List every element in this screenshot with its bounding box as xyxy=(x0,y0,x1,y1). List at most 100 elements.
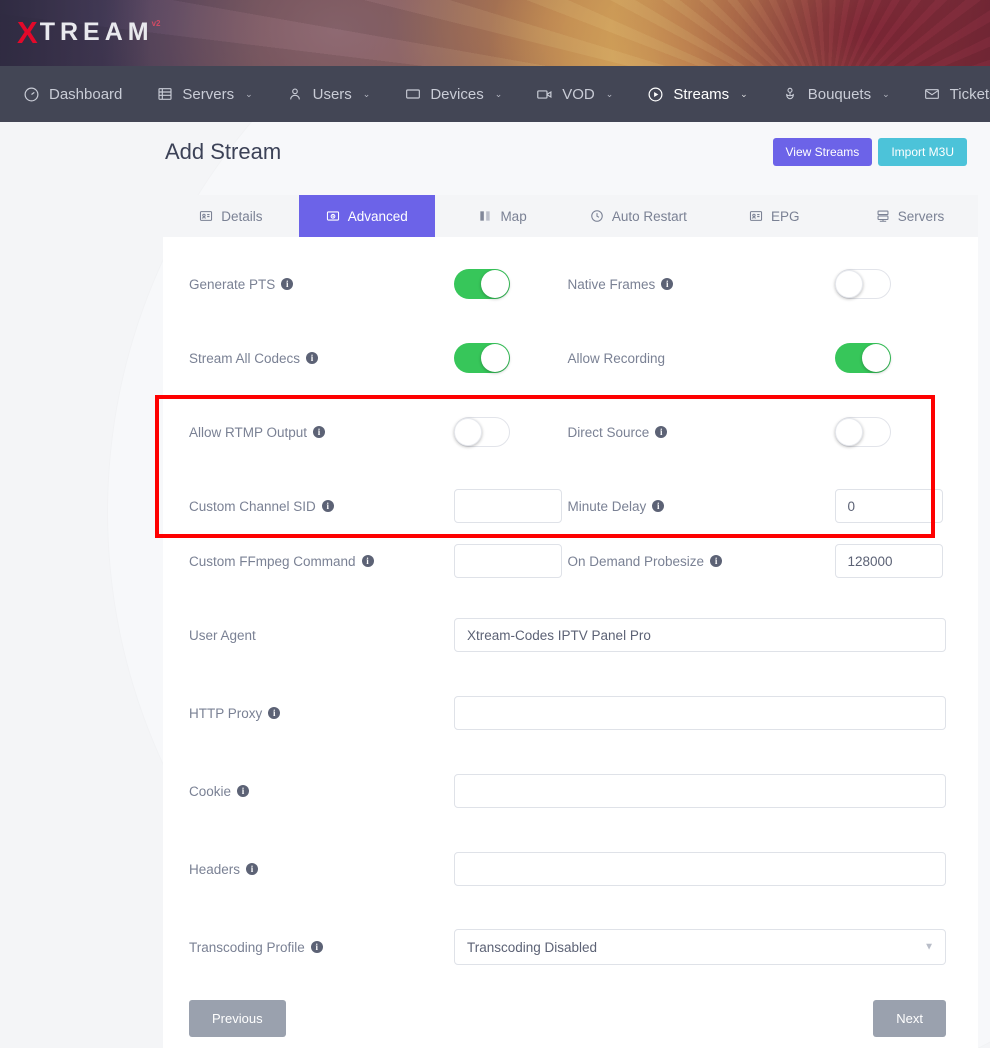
info-icon[interactable]: i xyxy=(710,555,722,567)
label-text: Generate PTS xyxy=(189,277,275,292)
label-text: Transcoding Profile xyxy=(189,940,305,955)
nav-label-bouquets: Bouquets xyxy=(808,86,871,103)
label-stream-all-codecs: Stream All Codecs i xyxy=(189,351,454,366)
tab-label-map: Map xyxy=(500,209,526,224)
label-transcoding-profile: Transcoding Profile i xyxy=(189,940,454,955)
form-row-generate-pts: Generate PTS i Native Frames i xyxy=(189,263,946,305)
label-allow-rtmp-output: Allow RTMP Output i xyxy=(189,425,454,440)
nav-item-devices[interactable]: Devices ⌄ xyxy=(387,66,519,122)
info-icon[interactable]: i xyxy=(281,278,293,290)
info-icon[interactable]: i xyxy=(306,352,318,364)
toggle-allow-rtmp-output[interactable] xyxy=(454,417,510,447)
tab-servers[interactable]: Servers xyxy=(842,195,978,237)
add-stream-card: Details Advanced Map Auto Restart xyxy=(163,195,978,1048)
field-custom-ffmpeg-command: Custom FFmpeg Command i xyxy=(189,544,568,578)
label-text: On Demand Probesize xyxy=(568,554,705,569)
nav-item-bouquets[interactable]: Bouquets ⌄ xyxy=(765,66,907,122)
nav-item-tickets[interactable]: Tickets xyxy=(907,66,990,122)
minute-delay-input[interactable] xyxy=(835,489,943,523)
transcoding-profile-select[interactable]: Transcoding Disabled ▼ xyxy=(454,929,946,965)
logo-superscript: v2 xyxy=(152,19,161,28)
page-header: Add Stream View Streams Import M3U xyxy=(0,122,990,168)
label-text: Stream All Codecs xyxy=(189,351,300,366)
toggle-generate-pts[interactable] xyxy=(454,269,510,299)
tab-auto-restart[interactable]: Auto Restart xyxy=(570,195,706,237)
tickets-icon xyxy=(924,86,941,103)
label-text: Minute Delay xyxy=(568,499,647,514)
on-demand-probesize-input[interactable] xyxy=(835,544,943,578)
tab-map[interactable]: Map xyxy=(435,195,571,237)
info-icon[interactable]: i xyxy=(661,278,673,290)
map-icon xyxy=(478,209,492,223)
field-custom-channel-sid: Custom Channel SID i xyxy=(189,489,568,523)
info-icon[interactable]: i xyxy=(311,941,323,953)
info-icon[interactable]: i xyxy=(362,555,374,567)
details-icon xyxy=(199,209,213,223)
devices-icon xyxy=(404,86,421,103)
stream-form-tabs: Details Advanced Map Auto Restart xyxy=(163,195,978,237)
next-button[interactable]: Next xyxy=(873,1000,946,1037)
info-icon[interactable]: i xyxy=(652,500,664,512)
form-row-custom-ffmpeg: Custom FFmpeg Command i On Demand Probes… xyxy=(189,540,946,582)
toggle-knob xyxy=(481,270,509,298)
label-direct-source: Direct Source i xyxy=(568,425,835,440)
tab-advanced[interactable]: Advanced xyxy=(299,195,435,237)
brand-logo[interactable]: XTREAMv2 xyxy=(17,17,160,48)
advanced-icon xyxy=(326,209,340,223)
previous-button[interactable]: Previous xyxy=(189,1000,286,1037)
header-actions: View Streams Import M3U xyxy=(773,138,979,166)
toggle-knob xyxy=(835,418,863,446)
field-allow-recording: Allow Recording xyxy=(568,343,947,373)
servers-tab-icon xyxy=(876,209,890,223)
tab-label-epg: EPG xyxy=(771,209,800,224)
nav-item-vod[interactable]: VOD ⌄ xyxy=(519,66,630,122)
info-icon[interactable]: i xyxy=(655,426,667,438)
form-row-cookie: Cookie i xyxy=(189,770,946,812)
info-icon[interactable]: i xyxy=(322,500,334,512)
nav-label-tickets: Tickets xyxy=(950,86,990,103)
chevron-down-icon: ⌄ xyxy=(245,89,253,100)
form-row-headers: Headers i xyxy=(189,848,946,890)
nav-label-streams: Streams xyxy=(673,86,729,103)
info-icon[interactable]: i xyxy=(313,426,325,438)
chevron-down-icon: ⌄ xyxy=(882,89,890,100)
toggle-knob xyxy=(481,344,509,372)
tab-epg[interactable]: EPG xyxy=(706,195,842,237)
import-m3u-button[interactable]: Import M3U xyxy=(878,138,967,166)
label-text: User Agent xyxy=(189,628,256,643)
info-icon[interactable]: i xyxy=(246,863,258,875)
servers-icon xyxy=(156,86,173,103)
toggle-direct-source[interactable] xyxy=(835,417,891,447)
nav-item-servers[interactable]: Servers ⌄ xyxy=(139,66,269,122)
epg-icon xyxy=(749,209,763,223)
nav-item-dashboard[interactable]: Dashboard xyxy=(6,66,139,122)
toggle-stream-all-codecs[interactable] xyxy=(454,343,510,373)
field-direct-source: Direct Source i xyxy=(568,417,947,447)
tab-details[interactable]: Details xyxy=(163,195,299,237)
users-icon xyxy=(287,86,304,103)
form-row-transcoding-profile: Transcoding Profile i Transcoding Disabl… xyxy=(189,926,946,968)
advanced-settings-form: Generate PTS i Native Frames i xyxy=(163,237,978,978)
tab-label-servers: Servers xyxy=(898,209,945,224)
toggle-allow-recording[interactable] xyxy=(835,343,891,373)
cookie-input[interactable] xyxy=(454,774,946,808)
label-user-agent: User Agent xyxy=(189,628,454,643)
label-http-proxy: HTTP Proxy i xyxy=(189,706,454,721)
toggle-native-frames[interactable] xyxy=(835,269,891,299)
custom-channel-sid-input[interactable] xyxy=(454,489,562,523)
info-icon[interactable]: i xyxy=(237,785,249,797)
http-proxy-input[interactable] xyxy=(454,696,946,730)
headers-input[interactable] xyxy=(454,852,946,886)
logo-wordmark: TREAM xyxy=(40,18,154,47)
info-icon[interactable]: i xyxy=(268,707,280,719)
label-text: Allow Recording xyxy=(568,351,666,366)
nav-item-streams[interactable]: Streams ⌄ xyxy=(630,66,764,122)
user-agent-input[interactable] xyxy=(454,618,946,652)
label-text: Custom FFmpeg Command xyxy=(189,554,356,569)
field-stream-all-codecs: Stream All Codecs i xyxy=(189,343,568,373)
nav-item-users[interactable]: Users ⌄ xyxy=(270,66,388,122)
label-text: HTTP Proxy xyxy=(189,706,262,721)
label-on-demand-probesize: On Demand Probesize i xyxy=(568,554,835,569)
custom-ffmpeg-command-input[interactable] xyxy=(454,544,562,578)
view-streams-button[interactable]: View Streams xyxy=(773,138,873,166)
